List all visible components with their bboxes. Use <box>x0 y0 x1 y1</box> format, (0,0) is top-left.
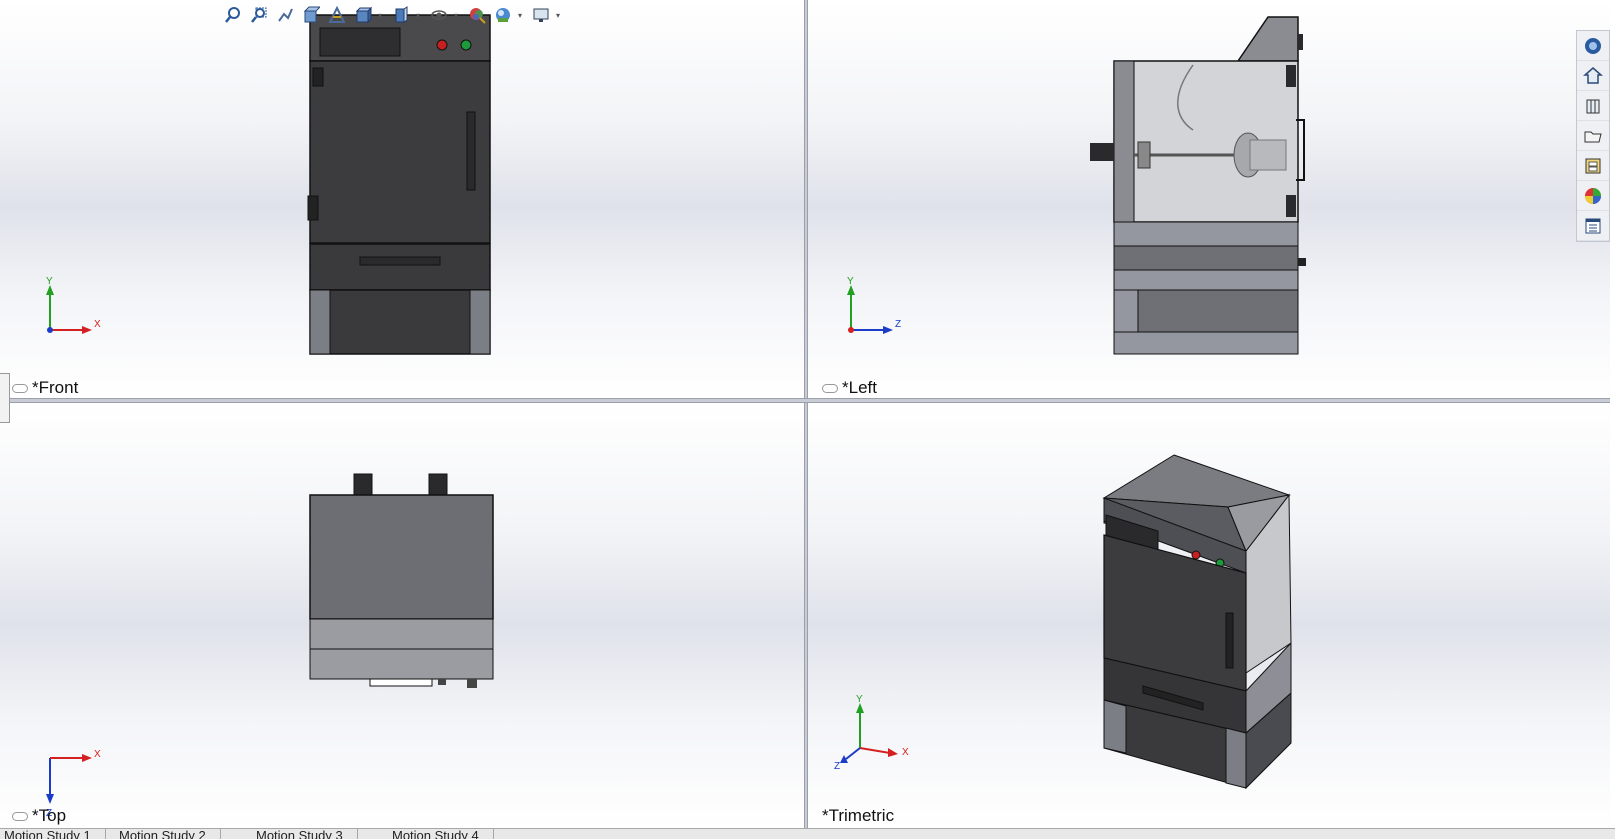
apply-scene-icon[interactable] <box>492 4 514 26</box>
zoom-to-fit-icon[interactable] <box>222 4 244 26</box>
hide-show-items-icon[interactable] <box>428 4 450 26</box>
view-settings-dropdown-icon[interactable]: ▾ <box>556 11 564 20</box>
link-views-icon[interactable] <box>822 383 838 393</box>
custom-properties-icon[interactable] <box>1577 211 1609 241</box>
viewport-left[interactable]: Y Z *Left <box>808 0 1610 398</box>
feature-manager-collapse-handle[interactable] <box>0 373 10 423</box>
home-icon[interactable] <box>1577 61 1609 91</box>
view-palette-icon[interactable] <box>1577 151 1609 181</box>
model-left-view <box>1090 16 1306 355</box>
triad-y-label: Y <box>847 276 854 287</box>
model-trimetric-view <box>1102 454 1292 790</box>
viewport-top[interactable]: Z X *Top <box>0 403 804 828</box>
view-orientation-dropdown-icon[interactable]: ▾ <box>378 11 386 20</box>
triad-x-label: X <box>94 319 101 330</box>
view-orientation-icon[interactable] <box>352 4 374 26</box>
dynamic-annotation-icon[interactable] <box>326 4 348 26</box>
viewport-splitter-vertical[interactable] <box>804 0 808 828</box>
apply-scene-dropdown-icon[interactable]: ▾ <box>518 11 526 20</box>
triad-x-label: X <box>94 749 101 760</box>
view-label-top: *Top <box>12 806 66 826</box>
design-library-icon[interactable] <box>1577 91 1609 121</box>
file-explorer-icon[interactable] <box>1577 121 1609 151</box>
display-style-icon[interactable] <box>390 4 412 26</box>
heads-up-view-toolbar: ▾ ▾ ▾ ▾ ▾ <box>222 2 564 28</box>
triad-z-label: Z <box>895 319 901 330</box>
view-label-left: *Left <box>822 378 877 398</box>
link-views-icon[interactable] <box>12 383 28 393</box>
axis-triad-front: Y X <box>46 276 101 334</box>
triad-x-label: X <box>902 747 909 758</box>
display-style-dropdown-icon[interactable]: ▾ <box>416 11 424 20</box>
model-top-view <box>309 473 494 688</box>
motion-study-tabs: Motion Study 1 Motion Study 2 Motion Stu… <box>0 828 1615 839</box>
zoom-to-area-icon[interactable] <box>248 4 270 26</box>
edit-appearance-icon[interactable] <box>466 4 488 26</box>
view-settings-icon[interactable] <box>530 4 552 26</box>
section-view-icon[interactable] <box>300 4 322 26</box>
appearances-scenes-icon[interactable] <box>1577 181 1609 211</box>
hide-show-dropdown-icon[interactable]: ▾ <box>454 11 462 20</box>
axis-triad-trimetric: Y X Z <box>834 694 909 772</box>
previous-view-icon[interactable] <box>274 4 296 26</box>
viewport-splitter-horizontal[interactable] <box>0 398 1610 403</box>
solidworks-resources-icon[interactable] <box>1577 31 1609 61</box>
model-front-view <box>307 14 491 355</box>
viewport-front[interactable]: Y X *Front ▾ ▾ ▾ ▾ ▾ <box>0 0 804 398</box>
link-views-icon[interactable] <box>12 811 28 821</box>
triad-z-label: Z <box>834 761 840 772</box>
triad-y-label: Y <box>46 276 53 287</box>
task-pane <box>1576 30 1610 242</box>
axis-triad-left: Y Z <box>847 276 901 334</box>
triad-y-label: Y <box>856 694 863 705</box>
view-label-front: *Front <box>12 378 78 398</box>
viewport-trimetric[interactable]: Y X Z *Trimetric <box>808 403 1610 828</box>
view-label-trimetric: *Trimetric <box>822 806 895 825</box>
